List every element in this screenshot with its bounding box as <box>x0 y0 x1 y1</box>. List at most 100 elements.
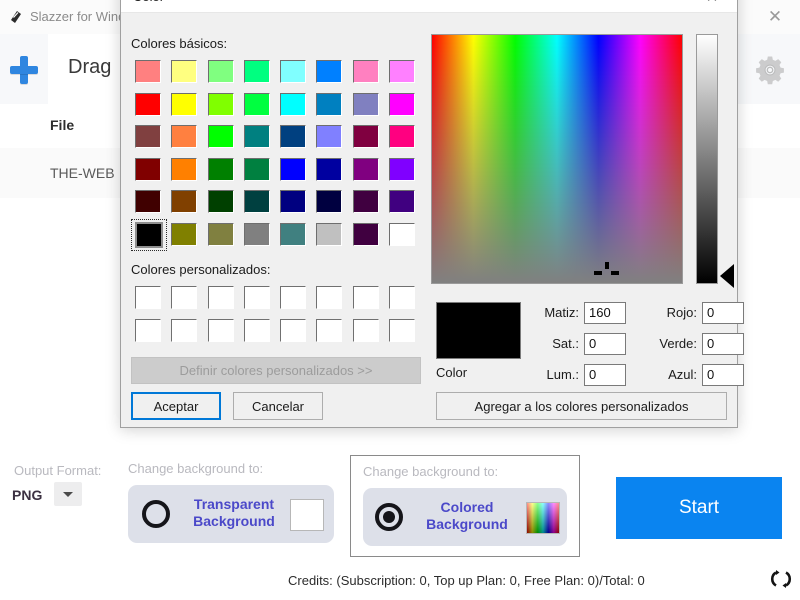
color-chip <box>243 286 270 309</box>
custom-color-swatch[interactable] <box>131 315 167 348</box>
green-input[interactable]: 0 <box>702 333 744 355</box>
basic-color-swatch[interactable] <box>167 121 203 154</box>
basic-color-swatch[interactable] <box>131 89 167 122</box>
basic-color-swatch[interactable] <box>385 121 421 154</box>
basic-color-swatch[interactable] <box>204 89 240 122</box>
basic-color-swatch[interactable] <box>131 56 167 89</box>
basic-color-swatch[interactable] <box>240 219 276 252</box>
color-chip <box>280 60 306 83</box>
basic-color-swatch[interactable] <box>204 154 240 187</box>
dialog-close-button[interactable]: ✕ <box>697 0 727 7</box>
custom-color-swatch[interactable] <box>276 315 312 348</box>
transparent-radio-icon[interactable] <box>142 500 170 528</box>
window-close-button[interactable]: ✕ <box>758 6 792 28</box>
basic-color-swatch[interactable] <box>349 186 385 219</box>
basic-color-swatch[interactable] <box>204 121 240 154</box>
custom-color-swatch[interactable] <box>167 282 203 315</box>
basic-color-swatch[interactable] <box>312 154 348 187</box>
basic-color-swatch[interactable] <box>385 89 421 122</box>
basic-color-swatch[interactable] <box>204 219 240 252</box>
transparent-background-option[interactable]: Transparent Background <box>128 485 334 543</box>
accept-button[interactable]: Aceptar <box>131 392 221 420</box>
define-custom-colors-button[interactable]: Definir colores personalizados >> <box>131 357 421 384</box>
luminance-slider-thumb-icon[interactable] <box>720 264 734 288</box>
luminance-slider[interactable] <box>696 34 718 284</box>
basic-color-swatch[interactable] <box>312 121 348 154</box>
basic-color-swatch[interactable] <box>131 186 167 219</box>
output-format-value: PNG <box>12 487 43 503</box>
basic-color-swatch[interactable] <box>276 154 312 187</box>
basic-color-swatch[interactable] <box>167 219 203 252</box>
basic-color-swatch[interactable] <box>240 154 276 187</box>
custom-color-swatch[interactable] <box>312 282 348 315</box>
basic-color-swatch[interactable] <box>349 219 385 252</box>
refresh-icon[interactable] <box>770 568 794 594</box>
basic-color-swatch[interactable] <box>240 56 276 89</box>
basic-color-swatch[interactable] <box>276 56 312 89</box>
basic-color-swatch[interactable] <box>167 154 203 187</box>
custom-color-swatch[interactable] <box>349 282 385 315</box>
color-chip <box>135 125 161 148</box>
basic-color-swatch[interactable] <box>385 186 421 219</box>
cancel-button[interactable]: Cancelar <box>233 392 323 420</box>
basic-color-swatch[interactable] <box>385 219 421 252</box>
settings-button[interactable] <box>738 34 800 104</box>
basic-color-swatch[interactable] <box>312 89 348 122</box>
basic-color-swatch[interactable] <box>167 56 203 89</box>
colored-radio-selected-dot <box>383 511 395 523</box>
basic-color-swatch[interactable] <box>312 56 348 89</box>
custom-color-swatch[interactable] <box>204 282 240 315</box>
custom-color-swatch[interactable] <box>131 282 167 315</box>
basic-color-swatch[interactable] <box>131 154 167 187</box>
custom-color-swatch[interactable] <box>204 315 240 348</box>
output-format-dropdown[interactable] <box>54 482 82 506</box>
basic-color-swatch[interactable] <box>276 89 312 122</box>
basic-color-swatch[interactable] <box>385 154 421 187</box>
custom-color-swatch[interactable] <box>276 282 312 315</box>
basic-color-swatch[interactable] <box>349 56 385 89</box>
custom-color-swatch[interactable] <box>385 282 421 315</box>
basic-color-swatch[interactable] <box>276 219 312 252</box>
basic-color-swatch[interactable] <box>312 186 348 219</box>
transparent-background-label: Transparent Background <box>180 496 288 530</box>
custom-color-swatch[interactable] <box>312 315 348 348</box>
custom-color-swatch[interactable] <box>240 282 276 315</box>
basic-color-swatch[interactable] <box>349 121 385 154</box>
saturation-input[interactable]: 0 <box>584 333 626 355</box>
basic-color-swatch[interactable] <box>167 186 203 219</box>
color-chip <box>280 319 306 342</box>
transparent-color-swatch[interactable] <box>290 499 324 531</box>
hue-saturation-spectrum[interactable] <box>431 34 683 284</box>
basic-color-swatch[interactable] <box>349 89 385 122</box>
basic-color-swatch[interactable] <box>312 219 348 252</box>
add-files-button[interactable] <box>0 34 48 104</box>
color-chip <box>352 286 379 309</box>
basic-color-swatch[interactable] <box>240 121 276 154</box>
add-to-custom-colors-button[interactable]: Agregar a los colores personalizados <box>436 392 727 420</box>
spectrum-crosshair-icon <box>594 262 619 277</box>
blue-input[interactable]: 0 <box>702 364 744 386</box>
basic-color-swatch[interactable] <box>240 89 276 122</box>
custom-color-swatch[interactable] <box>240 315 276 348</box>
custom-color-swatch[interactable] <box>349 315 385 348</box>
basic-color-swatch[interactable] <box>385 56 421 89</box>
color-chip <box>243 157 270 181</box>
basic-color-swatch[interactable] <box>204 186 240 219</box>
color-chip <box>171 319 198 342</box>
basic-color-swatch[interactable] <box>131 121 167 154</box>
basic-color-swatch[interactable] <box>131 218 168 252</box>
basic-color-swatch[interactable] <box>276 121 312 154</box>
custom-color-swatch[interactable] <box>167 315 203 348</box>
basic-color-swatch[interactable] <box>167 89 203 122</box>
red-input[interactable]: 0 <box>702 302 744 324</box>
basic-color-swatch[interactable] <box>240 186 276 219</box>
basic-color-swatch[interactable] <box>276 186 312 219</box>
basic-color-swatch[interactable] <box>349 154 385 187</box>
luminance-input[interactable]: 0 <box>584 364 626 386</box>
basic-color-swatch[interactable] <box>204 56 240 89</box>
colored-background-label: Colored Background <box>413 499 521 533</box>
start-button[interactable]: Start <box>616 477 782 539</box>
custom-color-swatch[interactable] <box>385 315 421 348</box>
colored-color-swatch[interactable] <box>526 502 560 534</box>
hue-input[interactable]: 160 <box>584 302 626 324</box>
